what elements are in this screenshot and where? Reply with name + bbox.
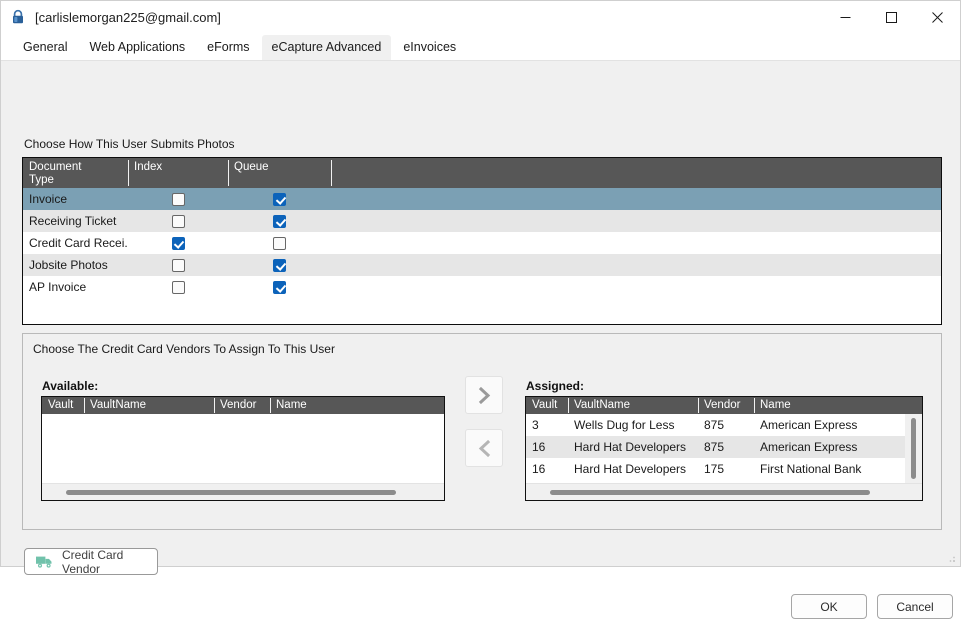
cell-document-type: AP Invoice — [29, 280, 87, 294]
cell-vendor: 875 — [704, 418, 725, 432]
index-checkbox[interactable] — [171, 214, 185, 228]
column-header-filler — [331, 158, 941, 188]
column-header-vault[interactable]: Vault — [526, 397, 568, 414]
queue-checkbox[interactable] — [273, 214, 286, 228]
cell-vault-name: Wells Dug for Less — [574, 418, 675, 432]
photos-group-label: Choose How This User Submits Photos — [24, 137, 235, 151]
cell-vault: 16 — [532, 440, 546, 454]
column-header-document-line2: Type — [29, 174, 54, 186]
table-row[interactable]: Invoice — [23, 188, 941, 210]
title-bar: [carlislemorgan225@gmail.com] — [1, 1, 960, 33]
cell-queue — [228, 192, 331, 206]
cell-name: American Express — [760, 418, 858, 432]
credit-card-vendor-label: Credit Card Vendor — [62, 547, 124, 576]
minimize-button[interactable] — [822, 1, 868, 33]
cell-document-type: Receiving Ticket — [29, 214, 117, 228]
cell-queue — [228, 258, 331, 272]
cell-index — [128, 214, 228, 228]
queue-checkbox[interactable] — [273, 280, 286, 294]
table-row[interactable]: Receiving Ticket — [23, 210, 941, 232]
index-checkbox[interactable] — [171, 258, 185, 272]
unassign-vendor-button[interactable] — [465, 429, 503, 467]
queue-checkbox[interactable] — [273, 258, 286, 272]
column-header-index[interactable]: Index — [128, 158, 228, 188]
available-scrollbar-thumb[interactable] — [66, 490, 396, 495]
queue-checkbox[interactable] — [273, 236, 286, 250]
list-item[interactable]: 16 Hard Hat Developers 875 American Expr… — [526, 436, 922, 458]
assigned-list-header: Vault VaultName Vendor Name — [526, 397, 922, 414]
cell-document-type: Jobsite Photos — [29, 258, 108, 272]
assign-vendor-button[interactable] — [465, 376, 503, 414]
assigned-vertical-scrollbar[interactable] — [905, 414, 922, 483]
column-header-vault-name[interactable]: VaultName — [84, 397, 214, 414]
cell-index — [128, 236, 228, 250]
cancel-button[interactable]: Cancel — [877, 594, 953, 619]
lock-icon — [10, 9, 26, 25]
index-checkbox[interactable] — [171, 236, 185, 250]
table-row[interactable]: AP Invoice — [23, 276, 941, 298]
cell-index — [128, 258, 228, 272]
column-header-queue[interactable]: Queue — [228, 158, 331, 188]
queue-checkbox[interactable] — [273, 192, 286, 206]
cell-vault: 16 — [532, 462, 546, 476]
assigned-list-title: Assigned: — [526, 379, 585, 393]
cell-vault-name: Hard Hat Developers — [574, 462, 687, 476]
available-horizontal-scrollbar[interactable] — [42, 483, 444, 500]
tab-ecapture-advanced[interactable]: eCapture Advanced — [261, 35, 392, 61]
assigned-vscrollbar-thumb[interactable] — [911, 418, 916, 479]
vendors-group-label: Choose The Credit Card Vendors To Assign… — [33, 342, 335, 356]
cell-queue — [228, 280, 331, 294]
close-button[interactable] — [914, 1, 960, 33]
column-header-name[interactable]: Name — [754, 397, 922, 414]
index-checkbox[interactable] — [171, 280, 185, 294]
column-header-name[interactable]: Name — [270, 397, 444, 414]
cell-vault-name: Hard Hat Developers — [574, 440, 687, 454]
list-item[interactable]: 3 Wells Dug for Less 875 American Expres… — [526, 414, 922, 436]
resize-grip[interactable] — [945, 552, 957, 564]
tab-einvoices[interactable]: eInvoices — [393, 35, 466, 61]
grid-header-row: Document Type Index Queue — [23, 158, 941, 188]
cell-index — [128, 192, 228, 206]
cell-vault: 3 — [532, 418, 539, 432]
table-row[interactable]: Jobsite Photos — [23, 254, 941, 276]
maximize-button[interactable] — [868, 1, 914, 33]
tab-general[interactable]: General — [13, 35, 77, 61]
title-bar-left: [carlislemorgan225@gmail.com] — [1, 9, 221, 25]
list-item[interactable]: 16 Hard Hat Developers 175 First Nationa… — [526, 458, 922, 480]
column-header-vault[interactable]: Vault — [42, 397, 84, 414]
column-header-vendor[interactable]: Vendor — [698, 397, 754, 414]
tab-eforms[interactable]: eForms — [197, 35, 259, 61]
cell-vendor: 875 — [704, 440, 725, 454]
cell-document-type: Credit Card Recei... — [29, 236, 128, 250]
tab-web-applications[interactable]: Web Applications — [79, 35, 195, 61]
dialog-window: [carlislemorgan225@gmail.com] General We… — [0, 0, 961, 619]
available-list-title: Available: — [42, 379, 99, 393]
column-header-document-type[interactable]: Document Type — [23, 158, 128, 188]
window-title: [carlislemorgan225@gmail.com] — [35, 9, 221, 25]
column-header-document-line1: Document — [29, 161, 82, 173]
index-checkbox[interactable] — [171, 192, 185, 206]
document-type-grid: Document Type Index Queue Invoice Receiv… — [22, 157, 942, 325]
assigned-horizontal-scrollbar[interactable] — [526, 483, 922, 500]
cell-queue — [228, 236, 331, 250]
cell-index — [128, 280, 228, 294]
column-header-vendor[interactable]: Vendor — [214, 397, 270, 414]
table-row[interactable]: Credit Card Recei... — [23, 232, 941, 254]
tab-strip: General Web Applications eForms eCapture… — [1, 33, 960, 61]
cell-name: First National Bank — [760, 462, 862, 476]
column-header-vault-name[interactable]: VaultName — [568, 397, 698, 414]
assigned-list[interactable]: Vault VaultName Vendor Name 3 Wells Dug … — [525, 396, 923, 501]
credit-card-vendor-button[interactable]: Credit Card Vendor — [24, 547, 158, 576]
cell-queue — [228, 214, 331, 228]
credit-card-vendors-panel: Choose The Credit Card Vendors To Assign… — [22, 333, 942, 530]
available-list[interactable]: Vault VaultName Vendor Name — [41, 396, 445, 501]
assigned-scrollbar-thumb[interactable] — [550, 490, 870, 495]
available-list-header: Vault VaultName Vendor Name — [42, 397, 444, 414]
cell-document-type: Invoice — [29, 192, 68, 206]
ok-button[interactable]: OK — [791, 594, 867, 619]
cell-vendor: 175 — [704, 462, 725, 476]
window-controls — [822, 1, 960, 33]
cell-name: American Express — [760, 440, 858, 454]
tab-content-ecapture-advanced: Choose How This User Submits Photos Docu… — [1, 61, 960, 619]
